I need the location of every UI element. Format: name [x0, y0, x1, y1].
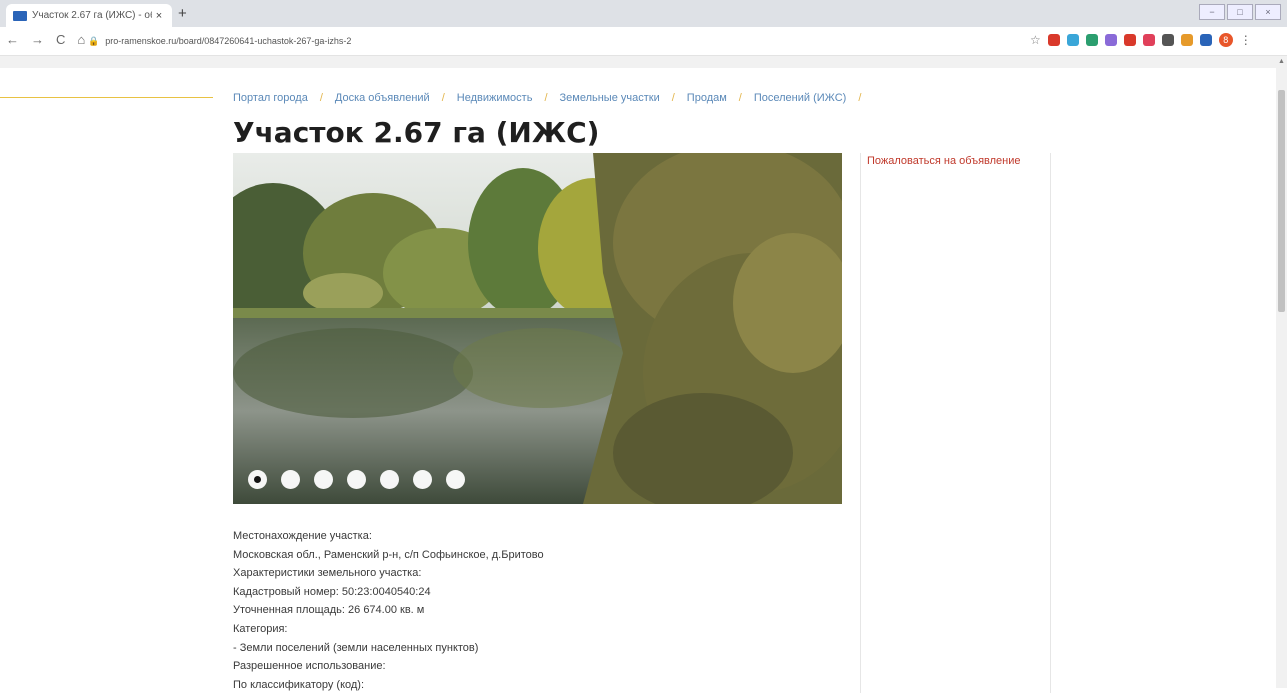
breadcrumb: Портал города / Доска объявлений / Недви… [233, 92, 873, 104]
breadcrumb-item[interactable]: Поселений (ИЖС) [754, 92, 846, 104]
detail-line: Категория: [233, 622, 288, 635]
gallery-dot[interactable] [347, 470, 366, 489]
breadcrumb-separator: / [544, 92, 548, 104]
breadcrumb-item[interactable]: Недвижимость [457, 92, 533, 104]
extensions-bar: ☆ 8 ⋮ [1030, 33, 1252, 47]
tab-close-icon[interactable]: × [152, 10, 166, 22]
breadcrumb-separator: / [441, 92, 445, 104]
extension-icon[interactable] [1180, 34, 1193, 46]
minimize-button[interactable]: − [1199, 4, 1225, 20]
gallery-dot[interactable] [413, 470, 432, 489]
detail-line: Местонахождение участка: [233, 530, 372, 542]
page-scrollbar[interactable]: ▲ [1276, 56, 1287, 688]
accent-line [0, 97, 213, 98]
extension-icon[interactable] [1104, 34, 1117, 46]
scroll-up-icon[interactable]: ▲ [1278, 58, 1285, 65]
breadcrumb-separator: / [319, 92, 323, 104]
maximize-button[interactable]: □ [1227, 4, 1253, 20]
extension-icon[interactable] [1123, 34, 1136, 46]
detail-line: По классификатору (код): [233, 678, 365, 691]
extension-icon[interactable] [1199, 34, 1212, 46]
address-bar[interactable]: 🔒 pro-ramenskoe.ru/board/0847260641-ucha… [88, 31, 1018, 51]
detail-line: - Земли поселений (земли населенных пунк… [233, 641, 479, 654]
breadcrumb-separator: / [858, 92, 862, 104]
gallery-dot[interactable] [446, 470, 465, 489]
listing-details: Местонахождение участка: Московская обл.… [233, 527, 544, 694]
gallery-dot[interactable] [281, 470, 300, 489]
gallery-dot[interactable] [314, 470, 333, 489]
breadcrumb-item[interactable]: Продам [687, 92, 727, 104]
report-listing-link[interactable]: Пожаловаться на объявление [867, 155, 1050, 167]
extension-icon[interactable] [1142, 34, 1155, 46]
browser-menu-icon[interactable]: ⋮ [1240, 33, 1252, 47]
sidebar: Пожаловаться на объявление [860, 153, 1051, 693]
breadcrumb-item[interactable]: Земельные участки [560, 92, 660, 104]
new-tab-button[interactable]: + [178, 5, 187, 22]
tab-title: Участок 2.67 га (ИЖС) - объяв [32, 10, 152, 21]
extension-icon[interactable] [1047, 34, 1060, 46]
extension-icon[interactable] [1085, 34, 1098, 46]
detail-line: Московская обл., Раменский р-н, с/п Софь… [233, 548, 544, 561]
forward-icon[interactable]: → [31, 32, 44, 47]
close-window-button[interactable]: × [1255, 4, 1281, 20]
breadcrumb-separator: / [671, 92, 675, 104]
browser-tabstrip: Участок 2.67 га (ИЖС) - объяв × + − □ × [0, 0, 1287, 27]
url-text: pro-ramenskoe.ru/board/0847260641-uchast… [105, 36, 352, 46]
home-icon[interactable]: ⌂ [77, 32, 85, 47]
detail-line: Характеристики земельного участка: [233, 567, 422, 580]
extension-icon[interactable] [1066, 34, 1079, 46]
gallery-dot[interactable] [248, 470, 267, 489]
breadcrumb-item[interactable]: Портал города [233, 92, 308, 104]
back-icon[interactable]: ← [6, 32, 19, 47]
breadcrumb-item[interactable]: Доска объявлений [335, 92, 430, 104]
nav-buttons: ← → C ⌂ [6, 32, 85, 47]
site-favicon-icon [13, 10, 27, 21]
scrollbar-thumb[interactable] [1278, 90, 1285, 312]
page-top-strip [0, 56, 1287, 68]
browser-toolbar: ← → C ⌂ 🔒 pro-ramenskoe.ru/board/0847260… [0, 27, 1287, 56]
window-controls: − □ × [1199, 4, 1281, 20]
extension-icon[interactable] [1161, 34, 1174, 46]
breadcrumb-separator: / [738, 92, 742, 104]
detail-line: Уточненная площадь: 26 674.00 кв. м [233, 604, 425, 617]
gallery-pagination [248, 470, 465, 489]
profile-avatar[interactable]: 8 [1218, 33, 1233, 47]
gallery-dot[interactable] [380, 470, 399, 489]
detail-line: Кадастровый номер: 50:23:0040540:24 [233, 585, 431, 598]
browser-tab[interactable]: Участок 2.67 га (ИЖС) - объяв × [6, 4, 172, 27]
lock-icon: 🔒 [88, 35, 100, 46]
gallery-photo [233, 153, 842, 504]
photo-gallery[interactable] [233, 153, 842, 504]
detail-line: Разрешенное использование: [233, 660, 386, 673]
page-title: Участок 2.67 га (ИЖС) [233, 116, 600, 149]
reload-icon[interactable]: C [56, 32, 65, 47]
bookmark-star-icon[interactable]: ☆ [1030, 33, 1041, 47]
